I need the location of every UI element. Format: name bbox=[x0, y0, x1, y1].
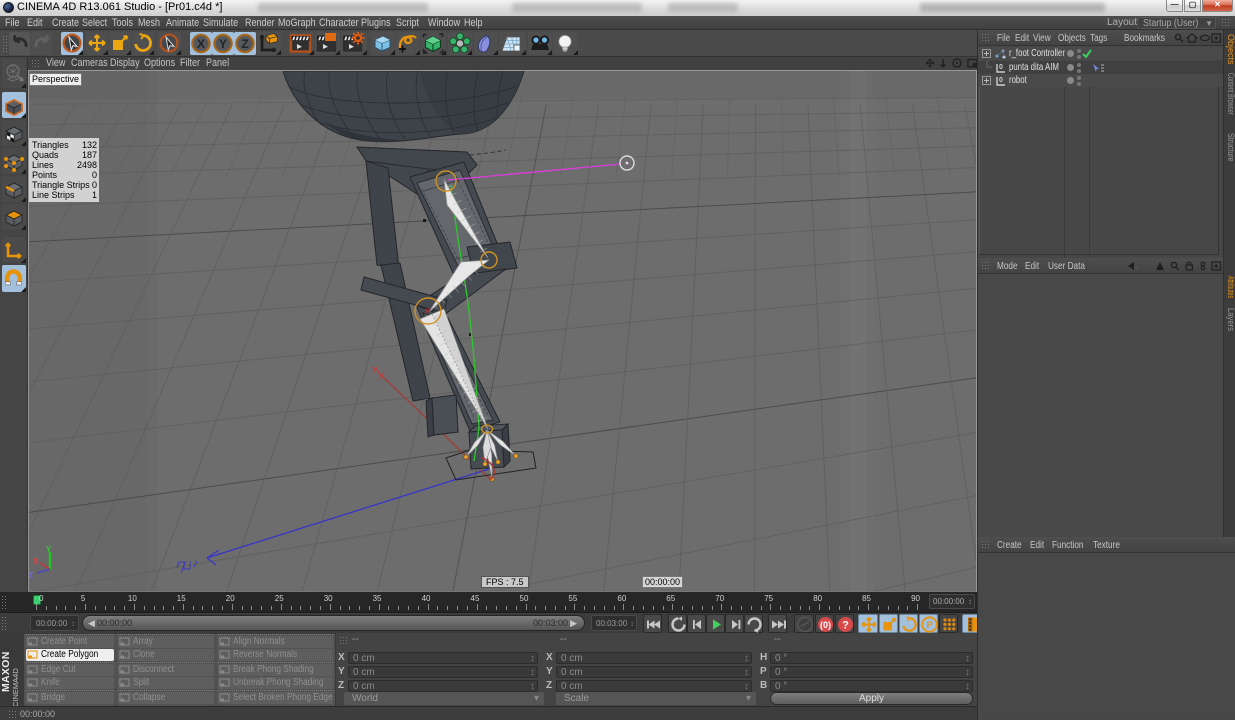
svg-text:?: ? bbox=[842, 620, 849, 632]
svg-text:Y: Y bbox=[219, 37, 227, 51]
svg-text:Z: Z bbox=[241, 37, 248, 51]
svg-text:0: 0 bbox=[999, 64, 1003, 71]
svg-text:P: P bbox=[926, 620, 933, 631]
svg-text:Z: Z bbox=[29, 571, 33, 580]
svg-text:Y: Y bbox=[46, 545, 52, 554]
svg-text:X: X bbox=[33, 557, 39, 566]
svg-text:(0): (0) bbox=[820, 620, 831, 630]
svg-text:X: X bbox=[197, 37, 205, 51]
svg-text:0: 0 bbox=[999, 77, 1003, 84]
